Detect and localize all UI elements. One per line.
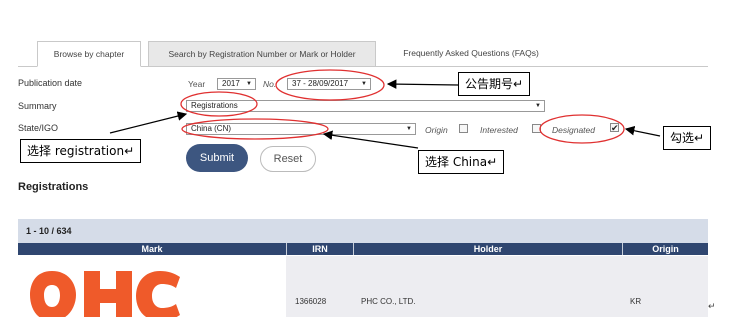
arrow-to-state bbox=[322, 130, 419, 149]
callout-tick: 勾选↵ bbox=[663, 126, 712, 150]
arrow-to-issue bbox=[386, 79, 459, 89]
arrow-to-summary bbox=[109, 111, 188, 134]
return-mark-icon: ↵ bbox=[124, 144, 135, 158]
return-mark-icon: ↵ bbox=[487, 155, 498, 169]
return-mark-icon: ↵ bbox=[694, 131, 705, 145]
callout-select-china-text: 选择 China bbox=[425, 155, 488, 169]
callout-tick-text: 勾选 bbox=[670, 131, 695, 145]
callout-select-china: 选择 China↵ bbox=[418, 150, 505, 174]
arrow-to-designated bbox=[624, 125, 661, 137]
return-mark-icon: ↵ bbox=[513, 77, 524, 91]
issue-number-highlight bbox=[275, 69, 385, 101]
callout-gazette-issue: 公告期号↵ bbox=[458, 72, 531, 96]
callout-select-registration-text: 选择 registration bbox=[27, 144, 125, 158]
callout-select-registration: 选择 registration↵ bbox=[20, 139, 142, 163]
state-highlight bbox=[181, 118, 329, 140]
designated-highlight bbox=[539, 114, 625, 144]
callout-gazette-issue-text: 公告期号 bbox=[465, 77, 514, 91]
summary-highlight bbox=[180, 91, 258, 117]
